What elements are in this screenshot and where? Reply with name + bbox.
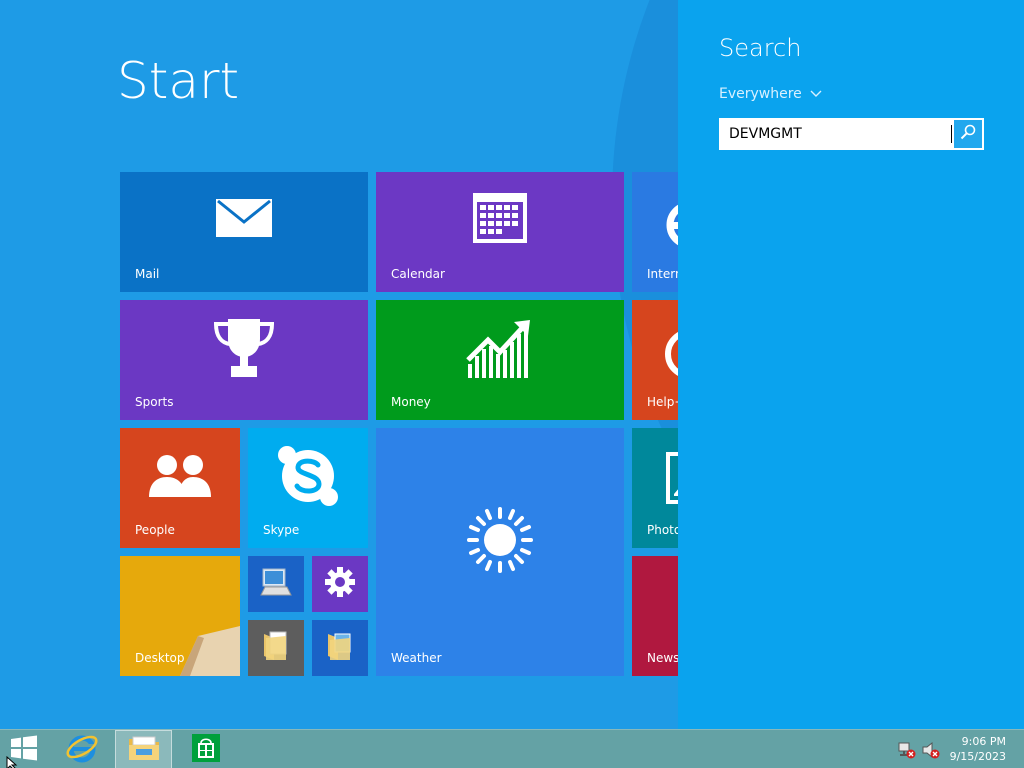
skype-icon (277, 445, 339, 511)
trophy-icon (211, 317, 277, 383)
file-explorer-icon (127, 733, 161, 767)
taskbar-internet-explorer[interactable] (60, 730, 104, 768)
mouse-pointer-icon (6, 755, 20, 768)
search-pane: Search Everywhere (678, 0, 1024, 729)
search-scope-dropdown[interactable]: Everywhere (719, 86, 822, 102)
search-input[interactable] (719, 118, 953, 150)
tile-label: Mail (135, 267, 160, 281)
chevron-down-icon (810, 86, 822, 102)
chart-up-icon (466, 316, 534, 384)
clock-time: 9:06 PM (961, 735, 1006, 748)
settings-gear-icon (325, 567, 355, 601)
store-icon (191, 733, 221, 767)
tile-label: Desktop (135, 651, 185, 665)
text-caret (951, 125, 952, 143)
tile-label: Weather (391, 651, 442, 665)
clock-date: 9/15/2023 (949, 750, 1006, 763)
tile-weather[interactable]: Weather (376, 428, 624, 676)
tile-calendar[interactable]: Calendar (376, 172, 624, 292)
tile-label: Money (391, 395, 431, 409)
tile-skype[interactable]: Skype (248, 428, 368, 548)
network-disconnected-icon[interactable] (898, 741, 916, 763)
taskbar: 9:06 PM 9/15/2023 (0, 729, 1024, 768)
tile-label: Skype (263, 523, 300, 537)
tile-people[interactable]: People (120, 428, 240, 548)
search-heading: Search (719, 34, 802, 62)
search-button[interactable] (954, 120, 982, 148)
volume-muted-icon[interactable] (922, 741, 940, 763)
tile-label: News (647, 651, 680, 665)
search-box (719, 118, 984, 150)
start-title: Start (117, 52, 240, 110)
tile-mail[interactable]: Mail (120, 172, 368, 292)
sun-icon (467, 507, 533, 577)
tile-label: Sports (135, 395, 174, 409)
taskbar-file-explorer[interactable] (115, 730, 172, 768)
tile-pc-settings[interactable] (312, 556, 368, 612)
tile-desktop[interactable]: Desktop (120, 556, 240, 676)
search-icon (960, 124, 976, 144)
internet-explorer-icon (65, 732, 99, 768)
documents-folder-icon (262, 630, 290, 666)
calendar-icon (472, 192, 528, 248)
search-scope-label: Everywhere (719, 86, 802, 102)
taskbar-store[interactable] (184, 730, 228, 768)
tile-label: Calendar (391, 267, 445, 281)
computer-icon (259, 567, 293, 601)
tile-money[interactable]: Money (376, 300, 624, 420)
tile-label: People (135, 523, 175, 537)
pictures-folder-icon (326, 630, 354, 666)
tray-clock[interactable]: 9:06 PM 9/15/2023 (950, 734, 1006, 764)
tile-sports[interactable]: Sports (120, 300, 368, 420)
tile-this-pc[interactable] (248, 556, 304, 612)
tile-documents[interactable] (248, 620, 304, 676)
tile-pictures[interactable] (312, 620, 368, 676)
mail-icon (215, 198, 273, 242)
people-icon (148, 453, 212, 503)
tile-label: Photo (647, 523, 682, 537)
